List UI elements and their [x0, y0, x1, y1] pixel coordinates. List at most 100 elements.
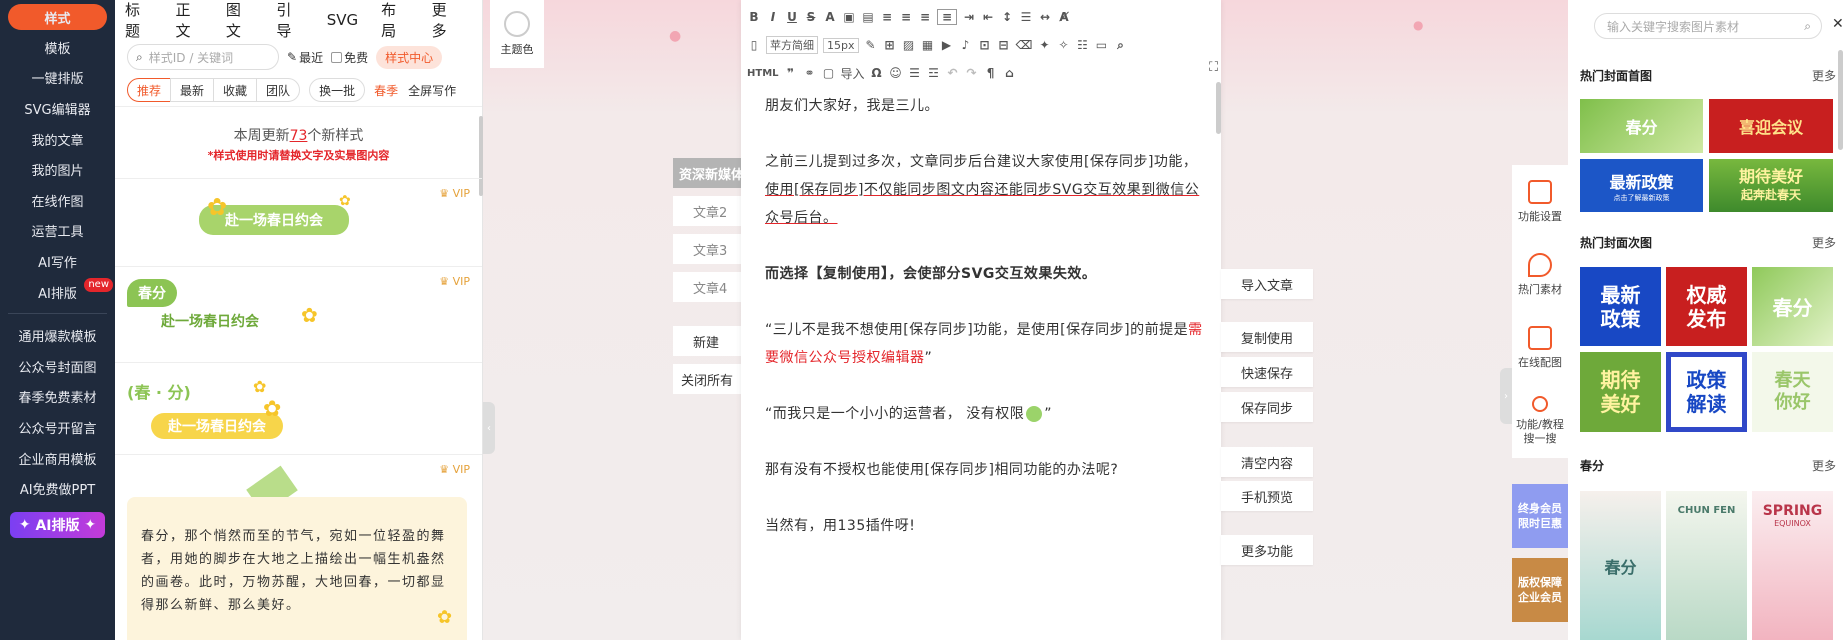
poster-thumbnail[interactable]: CHUN FEN [1666, 491, 1747, 640]
cover-thumbnail[interactable]: 喜迎会议 [1709, 99, 1833, 153]
list-icon[interactable]: ☷ [1075, 38, 1089, 52]
cover-thumbnail[interactable]: 春分 [1752, 267, 1833, 346]
tab-body[interactable]: 正文 [175, 0, 202, 41]
enterprise-member-promo[interactable]: 版权保障企业会员 [1512, 558, 1568, 622]
paragraph-format-icon[interactable]: ¶ [984, 66, 998, 80]
underline-icon[interactable]: U [785, 10, 799, 24]
unlink-icon[interactable]: ▢ [822, 66, 836, 80]
image-icon[interactable]: ▨ [902, 38, 916, 52]
poster-thumbnail[interactable]: 春分 [1580, 491, 1661, 640]
align-center-icon[interactable]: ≡ [899, 10, 913, 24]
tool-hot-materials[interactable]: 热门素材 [1512, 238, 1568, 311]
indent-icon[interactable]: ⇥ [962, 10, 976, 24]
html-button[interactable]: HTML [747, 68, 779, 79]
format-icon[interactable]: ▤ [861, 10, 875, 24]
new-doc-button[interactable]: 新建 [673, 326, 743, 356]
filter-favorite[interactable]: 收藏 [213, 78, 258, 102]
material-search-input[interactable]: 输入关键字搜索图片素材 ⌕ [1594, 13, 1822, 39]
tool-search[interactable]: 功能/教程搜一搜 [1512, 384, 1568, 457]
font-size-select[interactable]: 15px [823, 37, 859, 53]
filter-recommend[interactable]: 推荐 [127, 78, 172, 102]
divider-icon[interactable]: ⊟ [997, 38, 1011, 52]
materials-scrollbar[interactable] [1838, 50, 1843, 150]
document-icon[interactable]: ▯ [747, 38, 761, 52]
redo-icon[interactable]: ↷ [965, 66, 979, 80]
nav-item-one-click-layout[interactable]: 一键排版 [0, 63, 115, 94]
nav-item-open-comments[interactable]: 公众号开留言 [0, 412, 115, 443]
nav-item-ops-tools[interactable]: 运营工具 [0, 216, 115, 247]
editor-scrollbar[interactable] [1216, 82, 1221, 134]
collapse-panel-handle[interactable]: ‹ [483, 402, 495, 454]
quote-icon[interactable]: ❞ [784, 66, 798, 80]
free-checkbox[interactable]: 免费 [331, 49, 368, 66]
strikethrough-icon[interactable]: S [804, 10, 818, 24]
mobile-preview-button[interactable]: 手机预览 [1221, 481, 1313, 511]
style-card[interactable]: ♛ VIP 赴一场春日约会 ✿ ✿ [115, 178, 482, 266]
undo-icon[interactable]: ↶ [946, 66, 960, 80]
recent-button[interactable]: ✎ 最近 [287, 49, 323, 66]
style-card[interactable]: (春 · 分) ✿ 赴一场春日约会 ✿ [115, 362, 482, 454]
nav-item-cover-image[interactable]: 公众号封面图 [0, 351, 115, 382]
cover-thumbnail[interactable]: 期待美好 [1580, 352, 1661, 432]
cover-thumbnail[interactable]: 最新政策 [1580, 267, 1661, 346]
align-left-icon[interactable]: ≡ [880, 10, 894, 24]
tool-online-image[interactable]: 在线配图 [1512, 311, 1568, 384]
doc-list-item[interactable]: 文章4 [673, 272, 743, 302]
style-center-button[interactable]: 样式中心 [376, 45, 443, 69]
gallery-icon[interactable]: ▦ [921, 38, 935, 52]
nav-item-enterprise[interactable]: 企业商用模板 [0, 443, 115, 474]
nav-item-my-images[interactable]: 我的图片 [0, 154, 115, 185]
filter-team[interactable]: 团队 [256, 78, 301, 102]
frame-icon[interactable]: ▭ [1094, 38, 1108, 52]
clear-content-button[interactable]: 清空内容 [1221, 447, 1313, 477]
clear-format-icon[interactable]: Ⱥ [1057, 10, 1071, 24]
fullscreen-write[interactable]: 全屏写作 [408, 82, 456, 99]
lifetime-member-promo[interactable]: 终身会员限时巨惠 [1512, 484, 1568, 548]
nav-item-template[interactable]: 模板 [0, 32, 115, 63]
embed-icon[interactable]: ⊡ [978, 38, 992, 52]
letter-spacing-icon[interactable]: ↔ [1038, 10, 1052, 24]
omega-icon[interactable]: Ω [870, 66, 884, 80]
font-color-icon[interactable]: A [823, 10, 837, 24]
expand-icon[interactable]: ⛶ [1209, 60, 1218, 75]
find-icon[interactable]: ⌕ [1113, 38, 1127, 53]
import-button[interactable]: 导入 [841, 65, 865, 82]
style-card[interactable]: ♛ VIP 春分，那个悄然而至的节气，宛如一位轻盈的舞者，用她的脚步在大地之上描… [115, 454, 482, 640]
align-right-icon[interactable]: ≡ [918, 10, 932, 24]
editor-content[interactable]: 朋友们大家好，我是三儿。 之前三儿提到过多次，文章同步后台建议大家使用[保存同步… [765, 92, 1205, 568]
text-style-icon[interactable]: ☲ [927, 66, 941, 80]
font-family-select[interactable]: 苹方简细 [766, 36, 818, 54]
doc-list-item[interactable]: 文章2 [673, 196, 743, 226]
tab-image-text[interactable]: 图文 [226, 0, 253, 41]
doc-list-active[interactable]: 资深新媒体 [673, 158, 743, 188]
ai-layout-button[interactable]: ✦ AI排版 ✦ [10, 511, 105, 538]
more-link[interactable]: 更多 [1812, 457, 1836, 474]
poster-thumbnail[interactable]: SPRING EQUINOX [1752, 491, 1833, 640]
nav-item-general-templates[interactable]: 通用爆款模板 [0, 320, 115, 351]
nav-item-spring-free[interactable]: 春季免费素材 [0, 382, 115, 413]
magic-icon[interactable]: ✧ [1056, 38, 1070, 52]
paragraph-spacing-icon[interactable]: ☰ [1019, 10, 1033, 24]
italic-icon[interactable]: I [766, 10, 780, 24]
music-icon[interactable]: ♪ [959, 38, 973, 52]
line-height-icon[interactable]: ↕ [1000, 10, 1014, 24]
tool-settings[interactable]: 功能设置 [1512, 165, 1568, 238]
bullet-list-icon[interactable]: ☰ [908, 66, 922, 80]
align-justify-icon[interactable]: ≡ [937, 9, 958, 25]
tab-more[interactable]: 更多 [432, 0, 459, 41]
format-painter-icon[interactable]: ✦ [1037, 38, 1051, 52]
collapse-right-handle[interactable]: › [1500, 368, 1512, 424]
cover-thumbnail[interactable]: 最新政策 点击了解最新政策 [1580, 159, 1703, 212]
tab-title[interactable]: 标题 [125, 0, 152, 41]
nav-item-ai-layout[interactable]: AI排版 new [0, 277, 115, 308]
brush-icon[interactable]: ✎ [864, 38, 878, 52]
filter-latest[interactable]: 最新 [170, 78, 215, 102]
quick-save-button[interactable]: 快速保存 [1221, 357, 1313, 387]
style-search-input[interactable]: ⌕ 样式ID / 关键词 [127, 44, 279, 70]
cover-thumbnail[interactable]: 政策解读 [1666, 352, 1747, 432]
nav-item-online-draw[interactable]: 在线作图 [0, 185, 115, 216]
import-article-button[interactable]: 导入文章 [1221, 269, 1313, 299]
link-icon[interactable]: ⚭ [803, 66, 817, 80]
close-all-button[interactable]: 关闭所有 [673, 364, 743, 394]
stamp-icon[interactable]: ⌂ [1003, 66, 1017, 80]
